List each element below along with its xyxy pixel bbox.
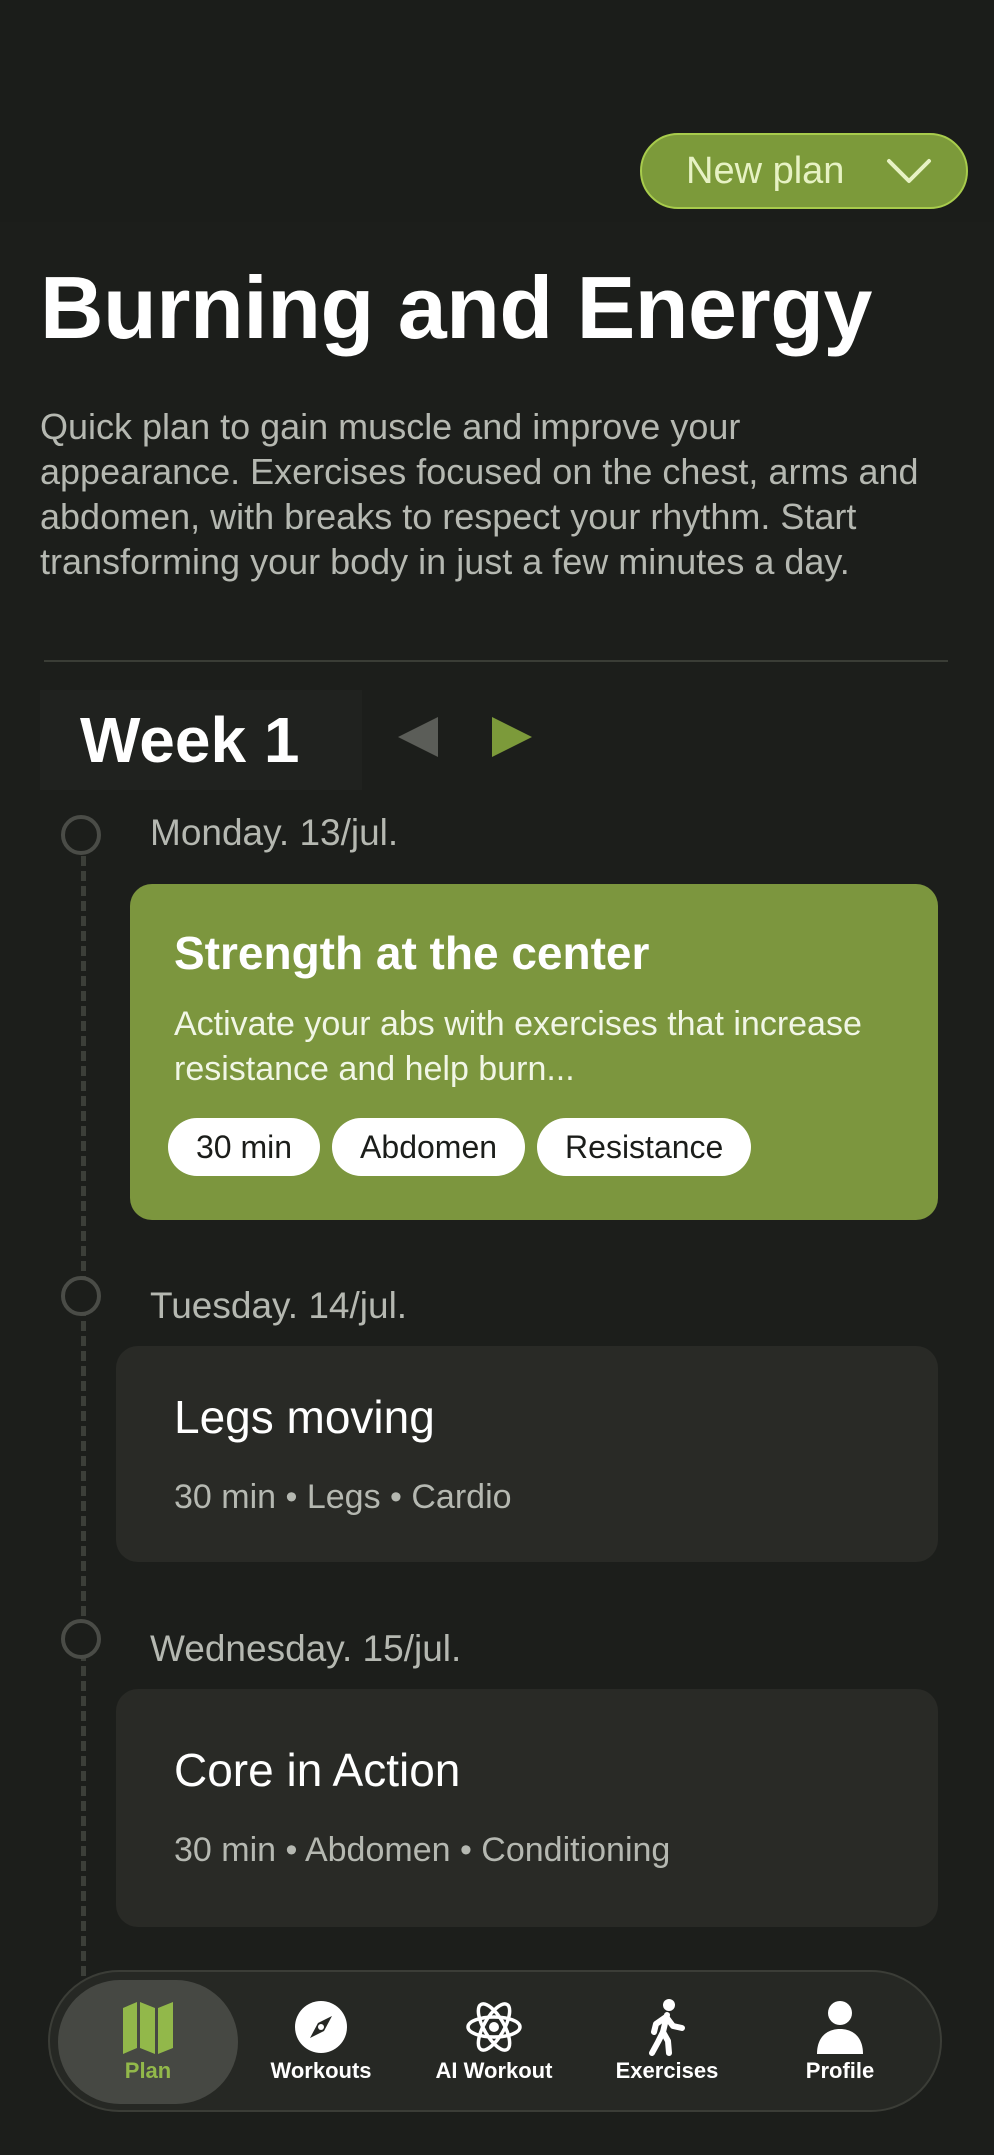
workout-title: Strength at the center [174,927,650,979]
person-icon [817,2001,863,2054]
day-label: Wednesday. 15/jul. [150,1628,462,1669]
triangle-right-icon [492,717,532,757]
workout-card-active[interactable]: Strength at the center Activate your abs… [130,884,938,1220]
workout-card[interactable]: Legs moving 30 min • Legs • Cardio [116,1346,938,1562]
nav-label: Workouts [270,2058,372,2083]
nav-label: Profile [805,2058,875,2083]
nav-item-plan[interactable]: Plan [62,1972,234,2110]
timeline-marker [61,1276,101,1316]
tag-type: Resistance [537,1118,752,1176]
timeline-marker [61,815,101,855]
timeline-marker [61,1619,101,1659]
nav-item-workouts[interactable]: Workouts [235,1972,407,2110]
tag-duration: 30 min [168,1118,321,1176]
nav-label: Exercises [615,2058,719,2083]
compass-icon [295,2001,347,2053]
workout-meta: 30 min • Abdomen • Conditioning [174,1831,671,1869]
divider [44,660,948,662]
plan-title: Burning and Energy [40,258,872,357]
new-plan-label: New plan [686,149,845,192]
workout-description: Activate your abs with exercises that in… [174,1005,862,1088]
workout-tags: 30 min Abdomen Resistance [168,1118,752,1176]
plan-description: Quick plan to gain muscle and improve yo… [40,406,919,582]
nav-item-ai-workout[interactable]: AI Workout [408,1972,580,2110]
workout-title: Core in Action [174,1744,461,1796]
workout-meta: 30 min • Legs • Cardio [174,1478,512,1516]
nav-label: Plan [124,2058,172,2083]
day-label: Monday. 13/jul. [150,812,399,853]
nav-item-profile[interactable]: Profile [754,1972,926,2110]
nav-label: AI Workout [435,2058,553,2083]
day-label: Tuesday. 14/jul. [150,1285,408,1326]
triangle-left-icon [398,717,438,757]
new-plan-dropdown[interactable]: New plan [640,133,968,209]
next-week-button[interactable] [490,715,534,759]
atom-icon [466,2002,522,2052]
workout-card[interactable]: Core in Action 30 min • Abdomen • Condit… [116,1689,938,1927]
week-label-box: Week 1 [40,690,362,790]
timeline-line [81,856,86,1976]
walking-person-icon [649,1999,685,2056]
chevron-down-icon [887,159,931,183]
workout-title: Legs moving [174,1391,435,1443]
top-bar: New plan [0,0,994,222]
bottom-navigation: Plan Workouts AI Workout Exercises Profi… [48,1970,942,2112]
map-icon [123,2002,173,2054]
nav-item-exercises[interactable]: Exercises [581,1972,753,2110]
previous-week-button[interactable] [396,715,440,759]
week-label: Week 1 [80,704,300,776]
tag-body-area: Abdomen [332,1118,526,1176]
